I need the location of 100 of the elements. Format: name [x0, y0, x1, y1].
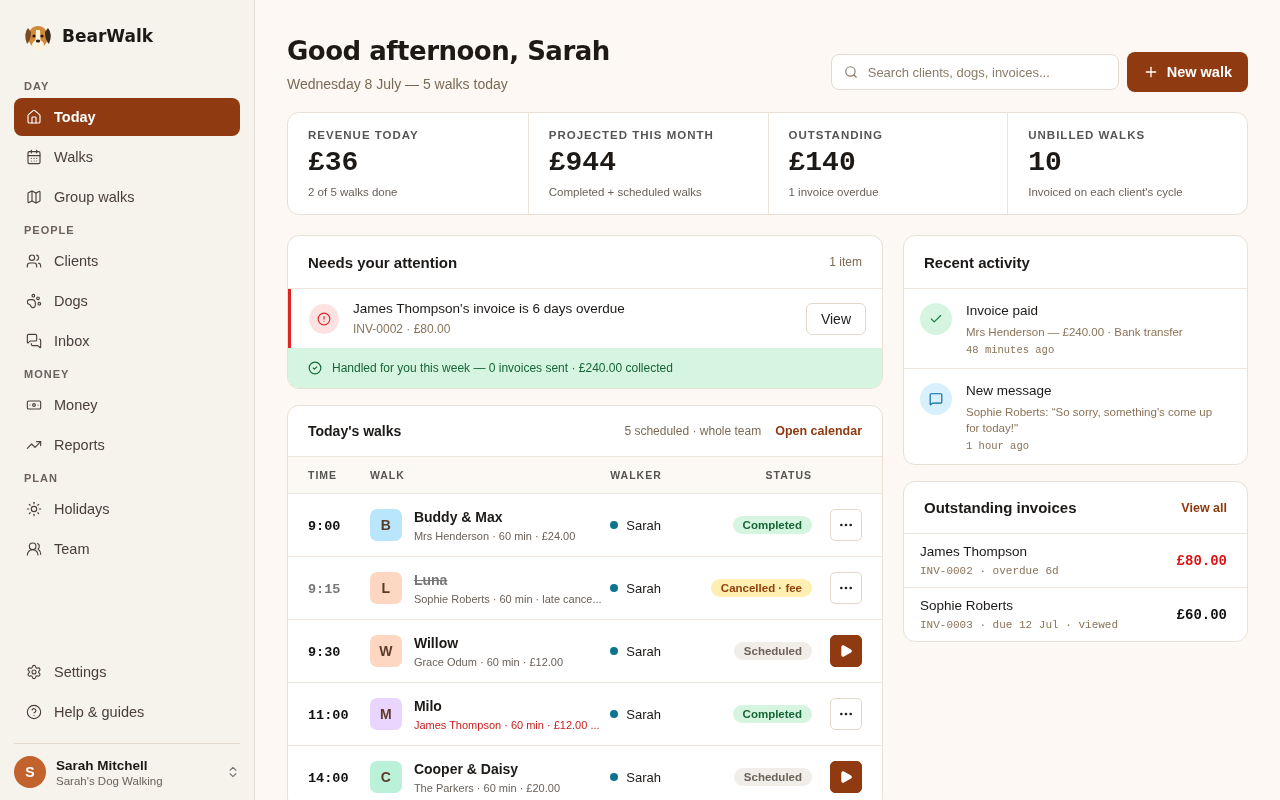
- dog-name: Luna: [413, 571, 449, 588]
- dog-name: Willow: [413, 634, 460, 651]
- search-box[interactable]: Search clients, dogs, invoices...: [830, 54, 1119, 90]
- dog-initial: B: [369, 509, 402, 541]
- section-title: DAY: [23, 80, 51, 92]
- walk-time: 9:00: [307, 519, 341, 534]
- invoice-detail: INV-0003 · due 12 Jul · viewed: [920, 619, 1119, 632]
- new-walk-button[interactable]: New walk: [1126, 52, 1248, 92]
- sidebar-item[interactable]: Reports: [14, 426, 240, 464]
- stat-value: £944: [548, 147, 617, 178]
- sidebar-item[interactable]: Settings: [14, 653, 240, 691]
- paw-icon: [26, 293, 42, 309]
- invoice-amount: £60.00: [1176, 606, 1227, 623]
- sidebar-item[interactable]: Money: [14, 386, 240, 424]
- page-subtitle: Wednesday 8 July — 5 walks today: [287, 76, 509, 92]
- walk-time: 9:30: [307, 645, 341, 660]
- view-button[interactable]: View: [805, 302, 866, 335]
- walker-name: Sarah: [626, 580, 661, 596]
- open-calendar-link[interactable]: Open calendar: [775, 424, 862, 438]
- walk-time: 9:15: [307, 582, 341, 597]
- dog-initial: W: [369, 635, 402, 667]
- chat-bubbles-icon: [26, 333, 42, 349]
- sidebar-item[interactable]: Inbox: [14, 322, 240, 360]
- column-header: STATUS: [710, 457, 882, 494]
- start-walk-button[interactable]: [830, 761, 862, 794]
- people-icon: [26, 253, 42, 269]
- walk-detail: James Thompson · 60 min · £12.00 ...: [413, 718, 600, 731]
- view-all-link[interactable]: View all: [1181, 500, 1227, 515]
- walk-time: 11:00: [307, 708, 349, 723]
- dog-name: Cooper & Daisy: [413, 760, 520, 777]
- sidebar-item[interactable]: Walks: [14, 138, 240, 176]
- column-header: TIME: [288, 457, 370, 494]
- page-title: Good afternoon, Sarah: [287, 36, 610, 66]
- map-icon: [26, 189, 42, 205]
- status-badge: Scheduled: [733, 768, 812, 787]
- business-name: Sarah's Dog Walking: [56, 774, 164, 787]
- card-title: Outstanding invoices: [924, 499, 1077, 517]
- search-icon: [843, 65, 858, 79]
- card-title: Today's walks: [308, 423, 402, 439]
- sidebar-item[interactable]: Holidays: [14, 490, 240, 528]
- status-badge: Completed: [732, 705, 812, 723]
- walk-detail: Grace Odum · 60 min · £12.00: [413, 655, 564, 668]
- stat-note: Invoiced on each client's cycle: [1028, 186, 1184, 198]
- invoice-amount: £80.00: [1176, 552, 1227, 569]
- walk-time: 14:00: [307, 771, 349, 787]
- status-badge: Completed: [732, 516, 812, 534]
- play-icon: [839, 644, 853, 658]
- section-title: MONEY: [23, 368, 71, 380]
- sidebar-item[interactable]: Help & guides: [14, 693, 240, 731]
- stat-label: REVENUE TODAY: [308, 129, 420, 141]
- walks-meta: 5 scheduled · whole team: [624, 424, 762, 438]
- activity-title: Invoice paid: [966, 303, 1040, 318]
- user-name: Sarah Mitchell: [56, 757, 149, 773]
- check-icon: [920, 303, 952, 335]
- activity-time: 48 minutes ago: [966, 344, 1056, 357]
- invoice-client: James Thompson: [920, 544, 1029, 560]
- stat-value: 10: [1028, 147, 1063, 178]
- start-walk-button[interactable]: [830, 635, 862, 667]
- dog-initial: L: [369, 572, 402, 604]
- walker-dot: [610, 773, 619, 782]
- activity-detail: Sophie Roberts: “So sorry, something's come up for today!": [966, 405, 1214, 437]
- stat-note: Completed + scheduled walks: [548, 186, 703, 198]
- sun-icon: [26, 501, 42, 517]
- sidebar-item[interactable]: Group walks: [14, 178, 240, 216]
- settings-icon: [26, 664, 42, 680]
- walker-name: Sarah: [626, 769, 661, 785]
- invoice-client: Sophie Roberts: [920, 598, 1015, 614]
- home-icon: [26, 109, 42, 125]
- play-icon: [839, 770, 853, 785]
- sidebar-item[interactable]: Team: [14, 530, 240, 568]
- help-icon: [26, 704, 42, 720]
- dog-initial: C: [369, 761, 402, 794]
- walk-detail: Mrs Henderson · 60 min · £24.00: [413, 529, 576, 542]
- sidebar-item[interactable]: Today: [14, 98, 240, 136]
- walker-name: Sarah: [626, 517, 661, 533]
- alert-title: James Thompson's invoice is 6 days overdue: [353, 301, 626, 316]
- status-badge: Cancelled · fee: [710, 579, 812, 597]
- walk-detail: Sophie Roberts · 60 min · late cance...: [413, 592, 602, 605]
- team-icon: [26, 541, 42, 557]
- alert-icon: [309, 303, 339, 334]
- sidebar-item[interactable]: Clients: [14, 242, 240, 280]
- message-icon: [920, 383, 952, 416]
- sidebar-item[interactable]: Dogs: [14, 282, 240, 320]
- stat-note: 1 invoice overdue: [788, 186, 880, 198]
- dog-name: Buddy & Max: [413, 508, 504, 525]
- activity-title: New message: [966, 383, 1053, 399]
- calendar-icon: [26, 149, 42, 165]
- check-circle-icon: [308, 361, 322, 375]
- column-header: WALK: [369, 457, 611, 494]
- column-header: WALKER: [610, 457, 711, 494]
- walk-detail: The Parkers · 60 min · £20.00: [413, 781, 560, 794]
- activity-detail: Mrs Henderson — £240.00 · Bank transfer: [966, 325, 1183, 340]
- walker-name: Sarah: [626, 643, 661, 659]
- dog-name: Milo: [413, 697, 443, 714]
- banknote-icon: [26, 397, 42, 413]
- search-field[interactable]: Search clients, dogs, invoices...: [865, 63, 1106, 81]
- status-badge: Scheduled: [733, 642, 812, 660]
- card-title: Needs your attention: [308, 253, 458, 271]
- section-title: PLAN: [23, 472, 59, 484]
- stat-label: UNBILLED WALKS: [1028, 129, 1147, 141]
